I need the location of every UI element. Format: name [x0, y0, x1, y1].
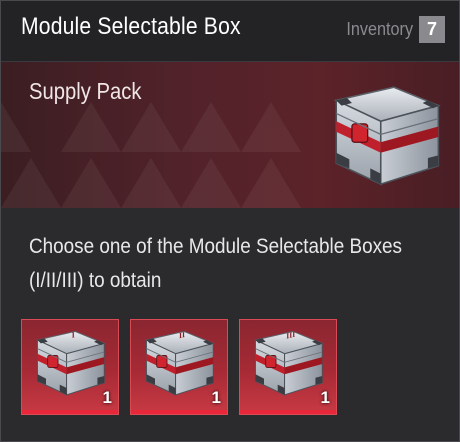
option-accent-bar: [240, 410, 336, 414]
svg-text:II: II: [179, 330, 185, 340]
option-module-box-iii[interactable]: III 1: [239, 319, 337, 415]
item-description: Choose one of the Module Selectable Boxe…: [29, 235, 403, 292]
module-box-iii-icon: III: [254, 330, 323, 396]
module-box-i-icon: I: [36, 330, 105, 396]
inventory-count-badge: 7: [419, 16, 445, 43]
option-quantity: 1: [102, 388, 112, 407]
module-selectable-box-dialog: Module Selectable Box Inventory 7 Supply…: [0, 0, 460, 442]
dialog-body: Choose one of the Module Selectable Boxe…: [1, 208, 459, 441]
item-banner: Supply Pack: [1, 62, 459, 208]
module-box-ii-icon: II: [145, 330, 214, 396]
supply-crate-icon: [335, 86, 440, 185]
dialog-title: Module Selectable Box: [21, 13, 241, 40]
option-quantity: 1: [320, 388, 330, 407]
option-accent-bar: [131, 410, 227, 414]
option-module-box-ii[interactable]: II 1: [130, 319, 228, 415]
option-module-box-i[interactable]: I 1: [21, 319, 119, 415]
item-type-label: Supply Pack: [29, 78, 142, 104]
svg-text:I: I: [72, 330, 75, 340]
option-quantity: 1: [211, 388, 221, 407]
inventory-label: Inventory: [346, 19, 413, 39]
dialog-header: Module Selectable Box Inventory 7: [1, 1, 459, 62]
option-accent-bar: [22, 410, 118, 414]
